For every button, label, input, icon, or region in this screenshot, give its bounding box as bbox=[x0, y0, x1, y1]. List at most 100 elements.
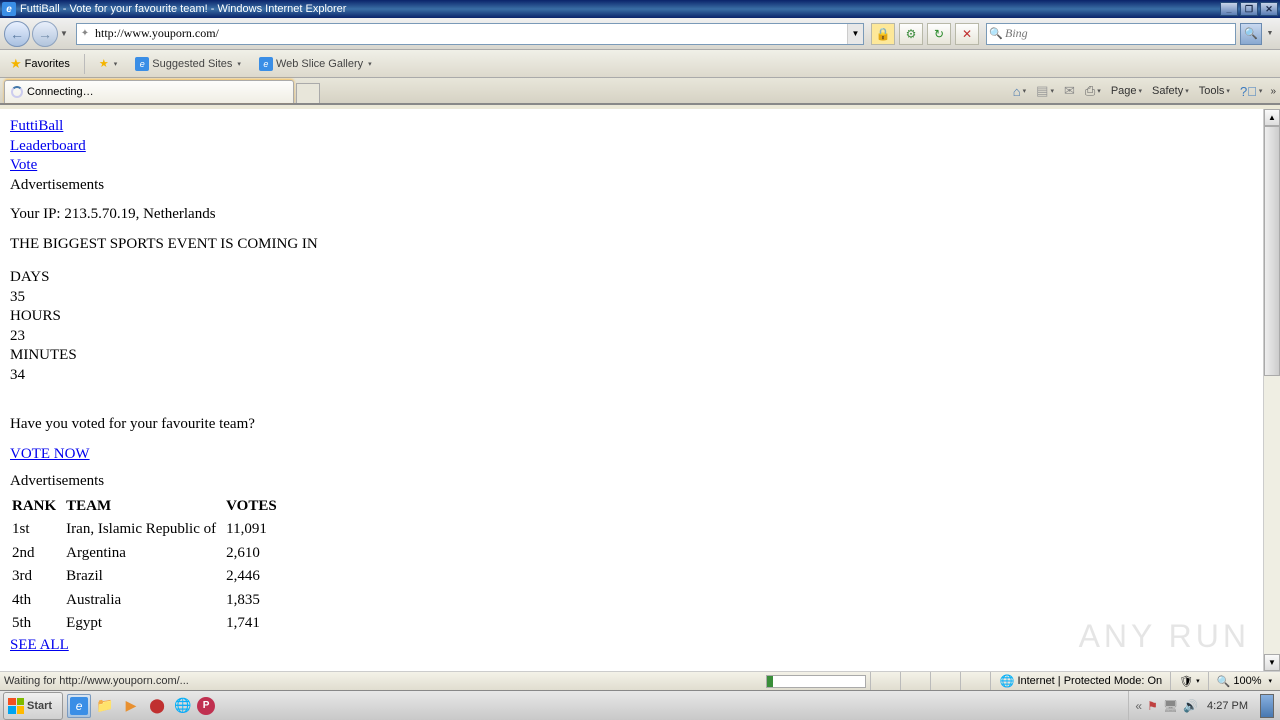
ie-icon: e bbox=[70, 697, 88, 715]
taskbar-ie-button[interactable]: e bbox=[67, 694, 91, 718]
taskbar-clock[interactable]: 4:27 PM bbox=[1203, 700, 1252, 712]
tab-label: Connecting… bbox=[27, 86, 94, 98]
scroll-track[interactable] bbox=[1264, 126, 1280, 654]
ip-info: Your IP: 213.5.70.19, Netherlands bbox=[10, 205, 1253, 225]
col-votes: VOTES bbox=[224, 495, 285, 519]
minimize-button[interactable]: _ bbox=[1220, 2, 1238, 16]
favorites-label: Favorites bbox=[25, 58, 70, 70]
star-add-icon: ★ bbox=[99, 57, 109, 70]
address-input[interactable] bbox=[93, 26, 847, 41]
vertical-scrollbar[interactable]: ▲ ▼ bbox=[1263, 109, 1280, 671]
print-button[interactable]: ⎙▾ bbox=[1083, 82, 1103, 100]
days-label: DAYS bbox=[10, 268, 1253, 288]
shield-icon: 🛡 bbox=[1179, 675, 1193, 688]
vote-link[interactable]: Vote bbox=[10, 157, 37, 173]
taskbar-app-button-2[interactable]: P bbox=[197, 697, 215, 715]
vote-now-link[interactable]: VOTE NOW bbox=[10, 446, 90, 462]
search-input[interactable] bbox=[1005, 26, 1235, 41]
status-text: Waiting for http://www.youporn.com/... bbox=[0, 675, 762, 687]
taskbar-chrome-button[interactable]: 🌐 bbox=[171, 694, 195, 718]
system-tray: « ⚑ 🖥 🔊 4:27 PM bbox=[1128, 691, 1280, 720]
scroll-thumb[interactable] bbox=[1264, 126, 1280, 376]
hours-value: 23 bbox=[10, 327, 1253, 347]
taskbar-media-button[interactable]: ▶ bbox=[119, 694, 143, 718]
browser-tab[interactable]: Connecting… bbox=[4, 80, 294, 103]
vote-prompt: Have you voted for your favourite team? bbox=[10, 415, 1253, 435]
read-mail-button[interactable]: ✉ bbox=[1062, 82, 1077, 100]
ads-label: Advertisements bbox=[10, 176, 1253, 196]
zoom-control[interactable]: 🔍 100% ▾ bbox=[1208, 672, 1280, 690]
add-to-favorites-button[interactable]: ★ ▾ bbox=[95, 55, 121, 72]
status-cell bbox=[960, 672, 990, 690]
refresh-button[interactable]: ↻ bbox=[927, 23, 951, 45]
leaderboard-link[interactable]: Leaderboard bbox=[10, 138, 86, 154]
close-button[interactable]: ✕ bbox=[1260, 2, 1278, 16]
window-title: FuttiBall - Vote for your favourite team… bbox=[20, 3, 1220, 15]
search-go-button[interactable]: 🔍 bbox=[1240, 23, 1262, 45]
scroll-down-button[interactable]: ▼ bbox=[1264, 654, 1280, 671]
rss-icon: ▤ bbox=[1036, 83, 1048, 99]
ads-label-2: Advertisements bbox=[10, 472, 1253, 492]
favorites-button[interactable]: ★ Favorites bbox=[6, 54, 74, 74]
more-commands-button[interactable]: » bbox=[1270, 86, 1276, 97]
scroll-up-button[interactable]: ▲ bbox=[1264, 109, 1280, 126]
tray-network-icon[interactable]: 🖥 bbox=[1163, 699, 1178, 713]
taskbar-app-button[interactable]: ⬤ bbox=[145, 694, 169, 718]
start-button[interactable]: Start bbox=[3, 692, 63, 720]
globe-icon: 🌐 bbox=[999, 674, 1014, 688]
page-icon: ✦ bbox=[77, 28, 93, 39]
zoom-icon: 🔍 bbox=[1217, 675, 1231, 688]
start-label: Start bbox=[27, 700, 52, 712]
days-value: 35 bbox=[10, 288, 1253, 308]
show-desktop-button[interactable] bbox=[1260, 694, 1274, 718]
ie-mini-icon: e bbox=[135, 57, 149, 71]
security-zone[interactable]: 🌐 Internet | Protected Mode: On bbox=[990, 672, 1170, 690]
suggested-sites-link[interactable]: e Suggested Sites ▾ bbox=[131, 55, 245, 73]
status-cell bbox=[870, 672, 900, 690]
security-lock-button[interactable]: 🔒 bbox=[871, 23, 895, 45]
help-button[interactable]: ?⃝▾ bbox=[1238, 83, 1265, 100]
taskbar-explorer-button[interactable]: 📁 bbox=[93, 694, 117, 718]
restore-button[interactable]: ❐ bbox=[1240, 2, 1258, 16]
web-slice-gallery-link[interactable]: e Web Slice Gallery ▾ bbox=[255, 55, 376, 73]
suggested-sites-label: Suggested Sites bbox=[152, 58, 232, 70]
windows-logo-icon bbox=[8, 698, 24, 714]
table-row: 4thAustralia1,835 bbox=[10, 589, 285, 613]
feeds-button[interactable]: ▤▾ bbox=[1034, 82, 1056, 100]
leaderboard-table: RANK TEAM VOTES 1stIran, Islamic Republi… bbox=[10, 495, 285, 636]
protected-mode-button[interactable]: 🛡▾ bbox=[1170, 672, 1207, 690]
see-all-link[interactable]: SEE ALL bbox=[10, 637, 69, 653]
mail-icon: ✉ bbox=[1064, 83, 1075, 99]
table-row: 1stIran, Islamic Republic of11,091 bbox=[10, 518, 285, 542]
new-tab-button[interactable] bbox=[296, 83, 320, 103]
windows-taskbar: Start e 📁 ▶ ⬤ 🌐 P « ⚑ 🖥 🔊 4:27 PM bbox=[0, 690, 1280, 720]
page-menu[interactable]: Page▾ bbox=[1109, 84, 1144, 98]
favorites-bar: ★ Favorites ★ ▾ e Suggested Sites ▾ e We… bbox=[0, 50, 1280, 78]
tray-volume-icon[interactable]: 🔊 bbox=[1183, 699, 1198, 713]
nav-history-dropdown[interactable]: ▼ bbox=[60, 29, 70, 38]
back-button[interactable]: ← bbox=[4, 21, 30, 47]
futtiball-link[interactable]: FuttiBall bbox=[10, 118, 63, 134]
search-provider-dropdown[interactable]: ▼ bbox=[1264, 30, 1276, 37]
forward-button[interactable]: → bbox=[32, 21, 58, 47]
status-bar: Waiting for http://www.youporn.com/... 🌐… bbox=[0, 671, 1280, 690]
compatibility-button[interactable]: ⚙ bbox=[899, 23, 923, 45]
hours-label: HOURS bbox=[10, 307, 1253, 327]
loading-spinner-icon bbox=[11, 86, 23, 98]
tab-bar: Connecting… ⌂▾ ▤▾ ✉ ⎙▾ Page▾ Safety▾ Too… bbox=[0, 78, 1280, 105]
tools-menu[interactable]: Tools▾ bbox=[1197, 84, 1232, 98]
tray-expand-icon[interactable]: « bbox=[1135, 699, 1142, 713]
tray-flag-icon[interactable]: ⚑ bbox=[1147, 699, 1158, 713]
search-bar[interactable]: 🔍 bbox=[986, 23, 1236, 45]
table-header-row: RANK TEAM VOTES bbox=[10, 495, 285, 519]
web-slice-label: Web Slice Gallery bbox=[276, 58, 363, 70]
address-dropdown[interactable]: ▼ bbox=[847, 24, 863, 44]
home-icon: ⌂ bbox=[1013, 84, 1021, 99]
stop-button[interactable]: ✕ bbox=[955, 23, 979, 45]
minutes-value: 34 bbox=[10, 366, 1253, 386]
ie-icon: e bbox=[2, 2, 16, 16]
tools-menu-label: Tools bbox=[1199, 85, 1225, 97]
address-bar[interactable]: ✦ ▼ bbox=[76, 23, 864, 45]
home-button[interactable]: ⌂▾ bbox=[1011, 83, 1028, 100]
safety-menu[interactable]: Safety▾ bbox=[1150, 84, 1191, 98]
